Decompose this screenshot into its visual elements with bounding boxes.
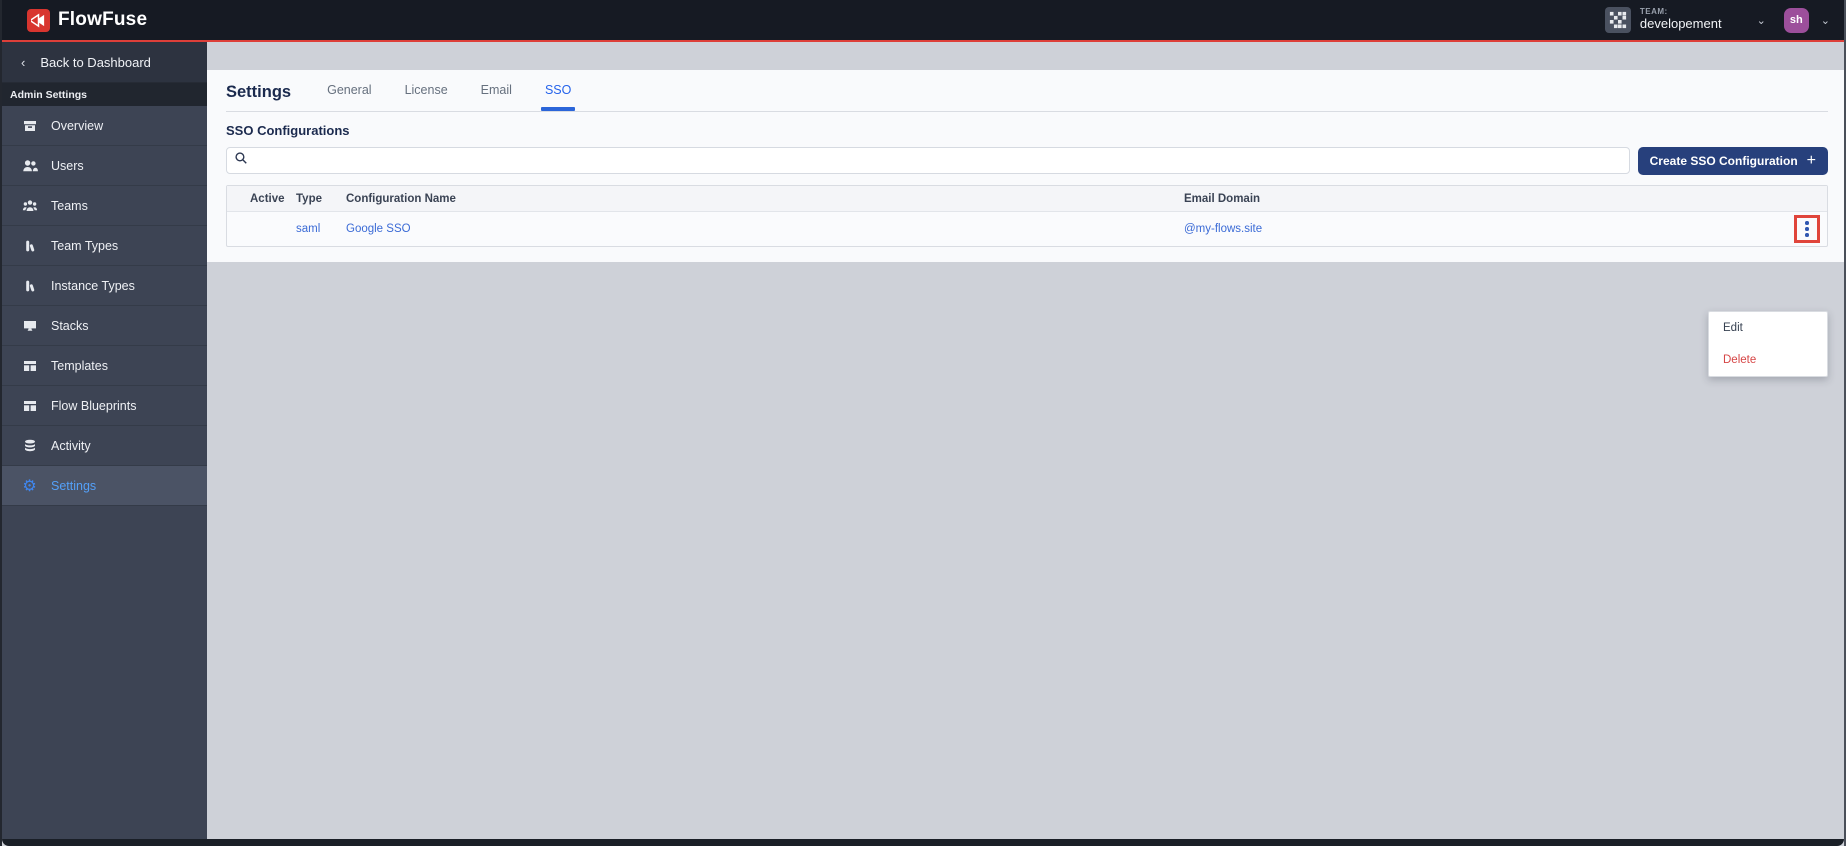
sso-configurations-title: SSO Configurations (226, 123, 350, 138)
sidebar-item-activity[interactable]: Activity (2, 426, 207, 466)
sidebar-item-label: Flow Blueprints (51, 398, 137, 413)
sidebar: ‹ Back to Dashboard Admin Settings Overv… (2, 42, 207, 839)
plus-icon: + (1806, 152, 1816, 169)
page-title: Settings (226, 83, 292, 101)
kebab-menu-icon[interactable] (1805, 221, 1809, 237)
monitor-icon (21, 317, 38, 334)
panel-header: Settings General License Email SSO (226, 83, 1828, 112)
admin-settings-section-label: Admin Settings (2, 83, 207, 106)
team-selector[interactable]: TEAM: developement ⌄ (1604, 7, 1766, 33)
cell-configuration-name[interactable]: Google SSO (346, 223, 1184, 235)
create-sso-configuration-label: Create SSO Configuration (1649, 154, 1798, 168)
sidebar-item-label: Settings (51, 478, 97, 493)
controls-row: Create SSO Configuration + (226, 147, 1828, 175)
sso-configurations-table: Active Type Configuration Name Email Dom… (226, 185, 1828, 247)
sidebar-item-templates[interactable]: Templates (2, 346, 207, 386)
annotation-highlight-box (1794, 215, 1820, 243)
users-icon (21, 157, 38, 174)
back-chevron-left-icon: ‹ (21, 54, 26, 70)
sidebar-item-flow-blueprints[interactable]: Flow Blueprints (2, 386, 207, 426)
tab-sso[interactable]: SSO (540, 83, 576, 111)
search-input[interactable] (254, 148, 1629, 173)
database-icon (21, 437, 38, 454)
column-header-configuration-name: Configuration Name (346, 192, 456, 205)
sidebar-item-label: Teams (51, 198, 88, 213)
archive-icon (21, 117, 38, 134)
teams-icon (21, 197, 38, 214)
menu-item-delete[interactable]: Delete (1709, 344, 1827, 376)
menu-item-edit[interactable]: Edit (1709, 312, 1827, 344)
cell-type[interactable]: saml (296, 223, 346, 235)
user-menu[interactable]: sh ⌄ (1783, 7, 1830, 33)
user-chevron-down-icon[interactable]: ⌄ (1821, 14, 1830, 27)
layout-grid-icon (21, 397, 38, 414)
header-right: TEAM: developement ⌄ sh ⌄ (1604, 7, 1830, 33)
sidebar-item-teams[interactable]: Teams (2, 186, 207, 226)
brand[interactable]: FlowFuse (27, 8, 148, 32)
main-content: Settings General License Email SSO SSO C… (207, 42, 1844, 839)
row-context-menu: Edit Delete (1708, 311, 1828, 377)
sidebar-item-team-types[interactable]: Team Types (2, 226, 207, 266)
brand-name: FlowFuse (58, 9, 148, 30)
team-chevron-down-icon[interactable]: ⌄ (1757, 14, 1766, 27)
table-header-row: Active Type Configuration Name Email Dom… (227, 186, 1827, 211)
layout-grid-icon (21, 357, 38, 374)
pipelines-icon (21, 277, 38, 294)
search-icon (234, 151, 248, 170)
sidebar-item-label: Stacks (51, 318, 89, 333)
column-header-type: Type (296, 192, 322, 205)
create-sso-configuration-button[interactable]: Create SSO Configuration + (1637, 147, 1828, 175)
window-bottom-edge (2, 839, 1844, 846)
flowfuse-logo-icon (27, 8, 50, 32)
sidebar-item-stacks[interactable]: Stacks (2, 306, 207, 346)
column-header-active: Active (250, 192, 285, 205)
gear-icon: ⚙ (22, 477, 37, 495)
sidebar-item-overview[interactable]: Overview (2, 106, 207, 146)
search-box[interactable] (226, 147, 1630, 174)
user-avatar[interactable]: sh (1783, 7, 1809, 33)
sidebar-item-label: Templates (51, 358, 108, 373)
back-to-dashboard-label: Back to Dashboard (40, 54, 151, 70)
tab-general[interactable]: General (327, 83, 371, 101)
top-header: FlowFuse TEAM: developement ⌄ sh ⌄ (2, 0, 1844, 42)
settings-tabs: General License Email SSO (327, 83, 576, 111)
sidebar-item-label: Activity (51, 438, 91, 453)
tab-email[interactable]: Email (481, 83, 512, 101)
sidebar-item-instance-types[interactable]: Instance Types (2, 266, 207, 306)
sidebar-item-label: Instance Types (51, 278, 135, 293)
team-avatar-icon (1604, 7, 1631, 33)
sidebar-item-users[interactable]: Users (2, 146, 207, 186)
cell-email-domain[interactable]: @my-flows.site (1184, 223, 1777, 235)
settings-panel: Settings General License Email SSO SSO C… (207, 70, 1844, 377)
sidebar-item-label: Overview (51, 118, 104, 133)
tab-license[interactable]: License (405, 83, 448, 101)
team-name: developement (1639, 16, 1722, 32)
pipelines-icon (21, 237, 38, 254)
sidebar-item-label: Users (51, 158, 84, 173)
column-header-email-domain: Email Domain (1184, 192, 1261, 205)
sidebar-item-settings[interactable]: ⚙ Settings (2, 466, 207, 506)
table-row[interactable]: saml Google SSO @my-flows.site (227, 211, 1827, 246)
back-to-dashboard-link[interactable]: ‹ Back to Dashboard (2, 42, 207, 83)
sidebar-item-label: Team Types (51, 238, 119, 253)
